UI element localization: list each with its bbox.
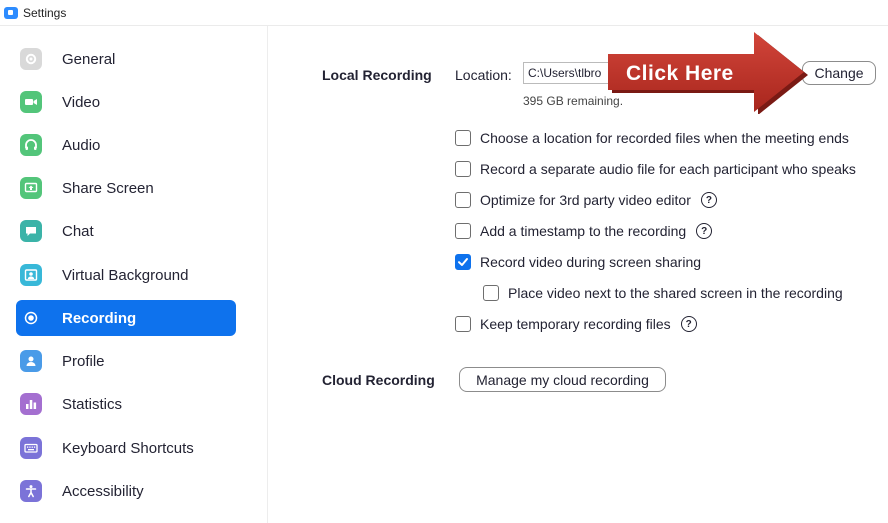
sidebar-item-label: Virtual Background [62, 266, 189, 284]
sidebar-item-audio[interactable]: Audio [16, 127, 236, 163]
sidebar-item-label: Audio [62, 136, 101, 154]
sidebar-item-label: Statistics [62, 395, 123, 413]
sidebar-item-general[interactable]: General [16, 41, 236, 77]
option-label: Add a timestamp to the recording [480, 223, 687, 239]
cloud-recording-label: Cloud Recording [322, 372, 435, 388]
option-keep-temp-files[interactable]: Keep temporary recording files ? [455, 313, 697, 335]
zoom-app-icon [4, 6, 18, 19]
checkbox[interactable] [455, 161, 471, 177]
option-label: Keep temporary recording files [480, 316, 671, 332]
checkmark-icon [458, 258, 468, 266]
help-icon[interactable]: ? [680, 316, 697, 332]
sidebar-item-keyboard-shortcuts[interactable]: Keyboard Shortcuts [16, 430, 236, 466]
sidebar-item-label: General [62, 50, 116, 68]
option-label: Record a separate audio file for each pa… [480, 161, 856, 177]
sidebar-item-label: Chat [62, 222, 94, 240]
sidebar-item-video[interactable]: Video [16, 84, 236, 120]
sidebar-item-label: Profile [62, 352, 105, 370]
option-separate-audio[interactable]: Record a separate audio file for each pa… [455, 158, 856, 180]
help-icon[interactable]: ? [696, 223, 713, 239]
sidebar-item-statistics[interactable]: Statistics [16, 386, 236, 422]
bar-chart-icon [20, 393, 42, 415]
option-label: Choose a location for recorded files whe… [480, 130, 849, 146]
sidebar-item-label: Recording [62, 309, 137, 327]
video-camera-icon [20, 91, 42, 113]
headphones-icon [20, 134, 42, 156]
sidebar-item-accessibility[interactable]: Accessibility [16, 473, 236, 509]
profile-icon [20, 350, 42, 372]
manage-cloud-recording-button[interactable]: Manage my cloud recording [459, 367, 666, 392]
local-recording-label: Local Recording [322, 67, 432, 83]
share-screen-icon [20, 177, 42, 199]
option-choose-location[interactable]: Choose a location for recorded files whe… [455, 127, 849, 149]
option-label: Record video during screen sharing [480, 254, 702, 270]
sidebar-item-chat[interactable]: Chat [16, 213, 236, 249]
chat-bubble-icon [20, 220, 42, 242]
checkbox[interactable] [483, 285, 499, 301]
checkbox-checked[interactable] [455, 254, 471, 270]
checkbox[interactable] [455, 192, 471, 208]
option-place-video-next[interactable]: Place video next to the shared screen in… [483, 282, 843, 304]
option-label: Optimize for 3rd party video editor [480, 192, 691, 208]
checkbox[interactable] [455, 316, 471, 332]
option-record-video-sharing[interactable]: Record video during screen sharing [455, 251, 701, 273]
sidebar-item-label: Video [62, 93, 101, 111]
sidebar-item-label: Share Screen [62, 179, 154, 197]
person-frame-icon [20, 264, 42, 286]
checkbox[interactable] [455, 223, 471, 239]
option-optimize-3rd-party[interactable]: Optimize for 3rd party video editor ? [455, 189, 717, 211]
help-icon[interactable]: ? [700, 192, 717, 208]
settings-sidebar: General Video Audio Share Screen Chat Vi… [0, 26, 268, 523]
sidebar-item-recording[interactable]: Recording [16, 300, 236, 336]
sidebar-item-share-screen[interactable]: Share Screen [16, 170, 236, 206]
option-add-timestamp[interactable]: Add a timestamp to the recording ? [455, 220, 713, 242]
option-label: Place video next to the shared screen in… [508, 285, 843, 301]
accessibility-icon [20, 480, 42, 502]
gear-icon [20, 48, 42, 70]
sidebar-item-profile[interactable]: Profile [16, 343, 236, 379]
keyboard-icon [20, 437, 42, 459]
record-icon [20, 307, 42, 329]
location-label: Location: [455, 67, 512, 83]
window-title: Settings [23, 5, 67, 20]
sidebar-item-label: Accessibility [62, 482, 144, 500]
checkbox[interactable] [455, 130, 471, 146]
sidebar-item-label: Keyboard Shortcuts [62, 439, 194, 457]
title-bar: Settings [0, 0, 888, 26]
sidebar-item-virtual-background[interactable]: Virtual Background [16, 257, 236, 293]
click-here-label: Click Here [626, 62, 734, 85]
